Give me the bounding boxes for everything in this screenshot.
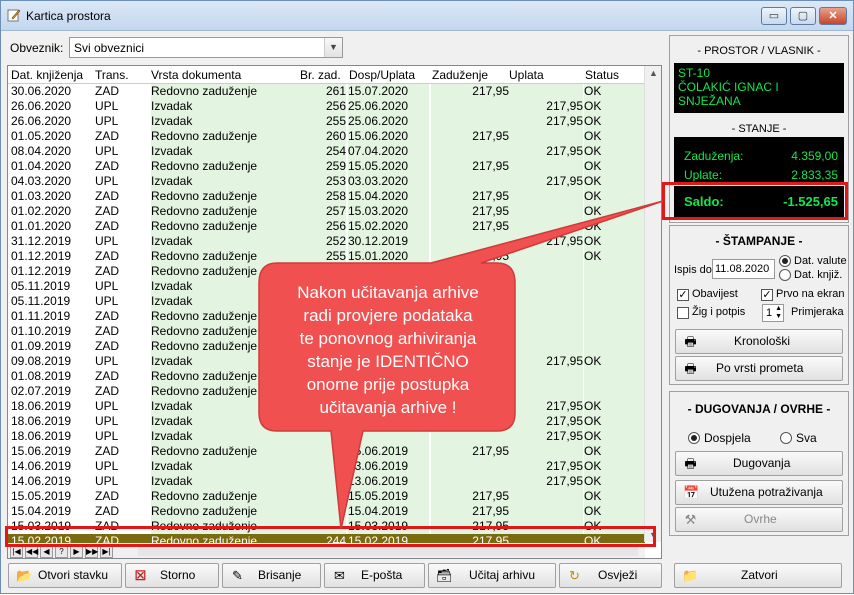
app-window: Kartica prostora ▭ ▢ ✕ Obveznik: Svi obv…	[0, 0, 854, 594]
callout-line: Nakon učitavanja arhive	[297, 283, 479, 302]
callout-line: radi provjere podataka	[303, 306, 473, 325]
callout-line: te ponovnog arhiviranja	[299, 329, 477, 348]
callout-text: Nakon učitavanja arhive radi provjere pod…	[263, 281, 513, 419]
callout-line: učitavanja arhive !	[319, 398, 457, 417]
callout-line: stanje je IDENTIČNO	[307, 352, 469, 371]
callout-line: onome prije postupka	[306, 375, 470, 394]
